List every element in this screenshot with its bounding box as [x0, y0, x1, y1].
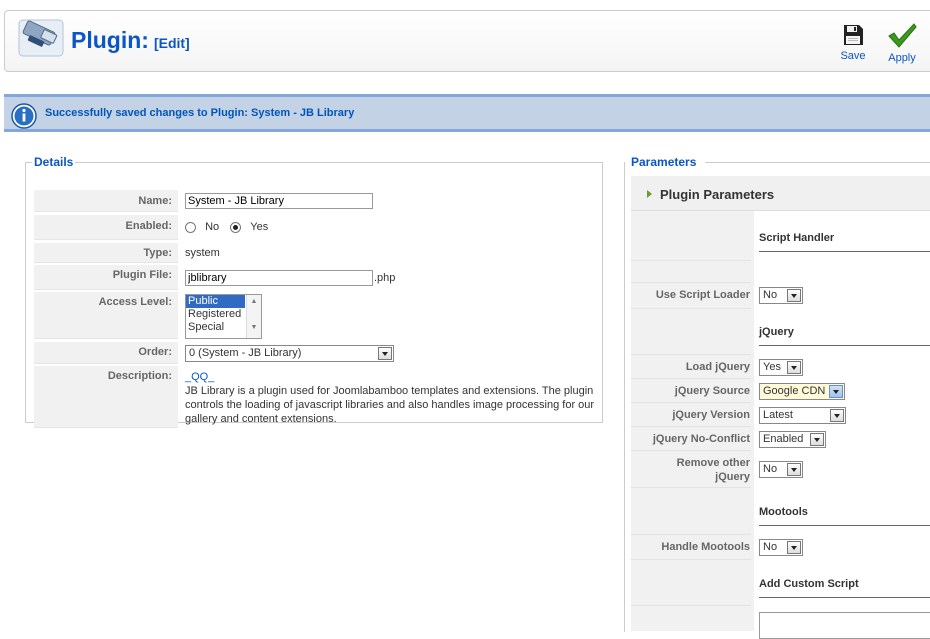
enabled-no-radio[interactable]: [185, 221, 196, 233]
load-jquery-select[interactable]: Yes: [759, 359, 803, 376]
section-divider: [759, 525, 930, 526]
remove-other-jquery-label: Remove other jQuery: [631, 451, 751, 488]
apply-button[interactable]: Apply: [882, 23, 922, 64]
type-label: Type:: [34, 243, 178, 263]
section-divider: [759, 345, 930, 346]
chevron-down-icon: [787, 463, 801, 476]
jquery-noconflict-value: Enabled: [763, 433, 804, 445]
handle-mootools-select[interactable]: No: [759, 539, 803, 556]
type-value: system: [185, 247, 220, 259]
expand-arrow-icon: [647, 190, 652, 198]
access-level-listbox[interactable]: Public Registered Special ▲ ▼: [185, 294, 262, 339]
message-text: Successfully saved changes to Plugin: Sy…: [45, 107, 355, 119]
jquery-noconflict-label: jQuery No-Conflict: [631, 427, 751, 451]
plugin-icon: [18, 19, 64, 57]
enabled-label: Enabled:: [34, 215, 178, 240]
access-level-label: Access Level:: [34, 292, 178, 339]
page-subtitle: [Edit]: [153, 35, 190, 51]
details-fieldset: Details Name: Enabled: No Yes Type: syst…: [25, 155, 603, 428]
enabled-radios: No Yes: [185, 221, 268, 233]
page-title-text: Plugin:: [71, 27, 149, 53]
remove-other-jquery-select[interactable]: No: [759, 461, 803, 478]
enabled-no-label: No: [205, 221, 220, 233]
section-jquery: jQuery: [759, 326, 794, 338]
enabled-yes-label: Yes: [250, 221, 269, 233]
listbox-scrollbar[interactable]: ▲ ▼: [246, 295, 261, 338]
order-value: 0 (System - JB Library): [189, 347, 302, 359]
access-option-public[interactable]: Public: [186, 295, 245, 308]
description-block: _QQ_ JB Library is a plugin used for Joo…: [185, 370, 600, 426]
custom-script-textarea[interactable]: [759, 612, 930, 639]
save-label: Save: [840, 50, 866, 62]
chevron-down-icon: [787, 289, 801, 302]
access-option-special[interactable]: Special: [186, 321, 245, 334]
info-icon: [11, 103, 37, 129]
param-spacer: [631, 560, 751, 606]
save-button[interactable]: Save: [833, 23, 873, 62]
jquery-version-value: Latest: [763, 409, 793, 421]
jquery-noconflict-select[interactable]: Enabled: [759, 431, 826, 448]
toolbar: Plugin: [Edit] Save Apply: [4, 10, 930, 72]
param-spacer: [631, 261, 751, 283]
section-mootools: Mootools: [759, 506, 808, 518]
handle-mootools-label: Handle Mootools: [631, 535, 751, 560]
page-title: Plugin: [Edit]: [71, 27, 190, 54]
description-text: JB Library is a plugin used for Joomlaba…: [185, 385, 595, 425]
name-label: Name:: [34, 190, 178, 212]
order-row: Order: 0 (System - JB Library): [34, 342, 600, 364]
chevron-down-icon: [829, 385, 843, 398]
param-spacer: [631, 309, 751, 355]
order-label: Order:: [34, 342, 178, 364]
chevron-down-icon: [787, 541, 801, 554]
load-jquery-label: Load jQuery: [631, 355, 751, 379]
save-icon: [844, 25, 863, 45]
parameters-divider: [705, 162, 930, 163]
param-spacer: [631, 488, 751, 535]
order-select[interactable]: 0 (System - JB Library): [185, 345, 394, 362]
plugin-parameters-panel-header[interactable]: Plugin Parameters: [631, 176, 930, 211]
section-add-custom-script: Add Custom Script: [759, 578, 859, 590]
access-level-row: Access Level: Public Registered Special …: [34, 292, 600, 339]
section-divider: [759, 251, 930, 252]
plugin-file-label: Plugin File:: [34, 265, 178, 290]
access-option-registered[interactable]: Registered: [186, 308, 245, 321]
scroll-down-icon[interactable]: ▼: [247, 324, 261, 331]
panel-title: Plugin Parameters: [660, 187, 775, 202]
section-script-handler: Script Handler: [759, 232, 835, 244]
remove-other-label-line2: jQuery: [715, 471, 750, 483]
chevron-down-icon: [810, 433, 824, 446]
jquery-source-value: Google CDN: [763, 385, 826, 397]
chevron-down-icon: [378, 347, 392, 360]
param-spacer: [631, 211, 751, 261]
section-divider: [759, 597, 930, 598]
jquery-source-select[interactable]: Google CDN: [759, 383, 845, 400]
name-input[interactable]: [185, 193, 373, 209]
success-message: Successfully saved changes to Plugin: Sy…: [4, 94, 930, 132]
chevron-down-icon: [830, 409, 844, 422]
use-script-loader-value: No: [763, 289, 778, 301]
checkmark-icon: [888, 23, 917, 48]
chevron-down-icon: [787, 361, 801, 374]
enabled-yes-radio[interactable]: [230, 221, 242, 233]
parameters-legend: Parameters: [631, 155, 697, 169]
jquery-version-select[interactable]: Latest: [759, 407, 846, 424]
jquery-version-label: jQuery Version: [631, 403, 751, 427]
remove-other-label-line1: Remove other: [676, 457, 750, 469]
apply-label: Apply: [888, 52, 916, 64]
description-link[interactable]: _QQ_: [185, 370, 600, 384]
use-script-loader-select[interactable]: No: [759, 287, 803, 304]
load-jquery-value: Yes: [763, 361, 781, 373]
description-label: Description:: [34, 366, 178, 428]
plugin-file-input[interactable]: [185, 270, 373, 286]
handle-mootools-value: No: [763, 541, 778, 553]
remove-other-jquery-value: No: [763, 463, 778, 475]
plugin-file-ext: .php: [374, 272, 396, 284]
scroll-up-icon[interactable]: ▲: [247, 298, 261, 305]
use-script-loader-label: Use Script Loader: [631, 283, 751, 309]
details-legend: Details: [34, 155, 74, 169]
jquery-source-label: jQuery Source: [631, 379, 751, 403]
